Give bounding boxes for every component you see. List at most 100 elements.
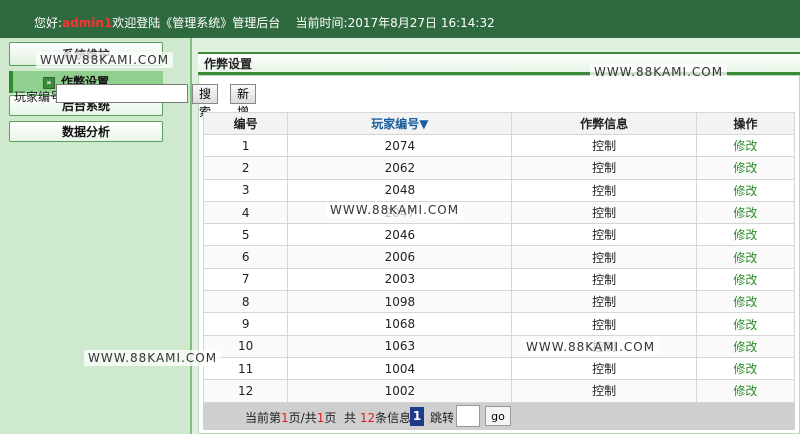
cell-player: 1004 [287, 356, 513, 381]
page-1-button[interactable]: 1 [410, 407, 424, 426]
cell-player: 2006 [287, 245, 513, 269]
pagination-bar: 当前第1页/共1页 共 12条信息 1 跳转 go [203, 403, 795, 430]
cell-player: 2062 [287, 156, 513, 180]
jump-label: 跳转 [430, 411, 455, 425]
edit-link[interactable]: 修改 [733, 184, 757, 198]
cell-op: 修改 [695, 312, 796, 336]
cell-info: 控制 [511, 200, 697, 225]
cell-op: 修改 [695, 156, 796, 180]
column-header-op[interactable]: 操作 [695, 112, 796, 135]
edit-link[interactable]: 修改 [733, 139, 757, 153]
pager-text: 共 [344, 411, 357, 425]
cell-id: 6 [202, 245, 289, 269]
cell-info: 控制 [511, 379, 697, 403]
cell-player: 1098 [287, 290, 513, 314]
player-id-input[interactable] [56, 84, 188, 103]
edit-link[interactable]: 修改 [733, 251, 757, 265]
search-button[interactable]: 搜索 [192, 84, 219, 119]
edit-link[interactable]: 修改 [733, 340, 757, 354]
table-row: 2 2062 控制 修改 [202, 156, 796, 180]
cell-op: 修改 [695, 379, 796, 403]
top-header: 您好:admin1欢迎登陆《管理系统》管理后台 当前时间:2017年8月27日 … [0, 0, 800, 38]
table-row: 1 2074 控制 修改 [202, 133, 796, 158]
go-button[interactable]: go [485, 406, 511, 426]
pager-text: 条信息 [375, 411, 412, 425]
column-header-id[interactable]: 编号 [202, 112, 289, 135]
panel-title-text: 作弊设置 [204, 57, 253, 71]
cell-id: 5 [202, 223, 289, 247]
cell-player: 2074 [287, 133, 513, 158]
search-label: 玩家编号 [14, 90, 63, 104]
cell-id: 4 [202, 200, 289, 225]
greeting-prefix: 您好: [34, 16, 63, 30]
username: admin1 [62, 16, 113, 30]
sidebar-item-data-analysis[interactable]: 数据分析 [9, 121, 163, 142]
total-records: 12 [359, 411, 376, 425]
watermark: WWW.88KAMI.COM [84, 350, 222, 366]
cell-info: 控制 [511, 267, 697, 292]
welcome-text: 欢迎登陆《管理系统》管理后台 [112, 16, 281, 30]
table-row: 101063控制修改 [202, 334, 796, 358]
table-header-row: 编号 玩家编号▼ 作弊信息 操作 [202, 112, 796, 135]
cell-op: 修改 [695, 178, 796, 202]
cell-info: 控制 [511, 178, 697, 202]
cell-info: 控制 [511, 223, 697, 247]
cell-id: 8 [202, 290, 289, 314]
edit-link[interactable]: 修改 [733, 206, 757, 220]
table-row: 5 2046 控制 修改 [202, 223, 796, 247]
edit-link[interactable]: 修改 [733, 273, 757, 287]
cell-op: 修改 [695, 290, 796, 314]
cell-op: 修改 [695, 200, 796, 225]
edit-link[interactable]: 修改 [733, 362, 757, 376]
cell-info: 控制 [511, 133, 697, 158]
cell-id: 2 [202, 156, 289, 180]
column-header-info[interactable]: 作弊信息 [511, 112, 697, 135]
cell-info: 控制 [511, 356, 697, 381]
cell-op: 修改 [695, 356, 796, 381]
watermark: WWW.88KAMI.COM [36, 52, 174, 68]
watermark: WWW.88KAMI.COM [590, 64, 728, 80]
cell-id: 7 [202, 267, 289, 292]
watermark: WWW.88KAMI.COM [326, 202, 464, 218]
cell-id: 9 [202, 312, 289, 336]
cheat-table: 编号 玩家编号▼ 作弊信息 操作 1 2074 控制 修改 2 2062 控制 修改 3 20… [202, 112, 796, 403]
cell-info: 控制 [511, 290, 697, 314]
table-row: 6 2006 控制 修改 [202, 245, 796, 269]
pagination-info: 当前第1页/共1页 共 12条信息 [245, 409, 411, 426]
edit-link[interactable]: 修改 [733, 384, 757, 398]
cell-player: 2003 [287, 267, 513, 292]
add-button[interactable]: 新增 [230, 84, 257, 119]
table-row: 12 1002 控制 修改 [202, 379, 796, 403]
cell-player: 2046 [287, 223, 513, 247]
cell-op: 修改 [695, 223, 796, 247]
cell-id: 1 [202, 133, 289, 158]
cell-player: 1068 [287, 312, 513, 336]
cell-info: 控制 [511, 245, 697, 269]
edit-link[interactable]: 修改 [733, 228, 757, 242]
cell-id: 12 [202, 379, 289, 403]
cell-op: 修改 [695, 267, 796, 292]
greeting: 您好:admin1欢迎登陆《管理系统》管理后台 当前时间:2017年8月27日 … [34, 14, 495, 31]
current-page: 1 [281, 411, 289, 425]
pager-text: 页 [324, 411, 337, 425]
table-row: 7 2003 控制 修改 [202, 267, 796, 292]
time-label: 当前时间: [295, 16, 348, 30]
edit-link[interactable]: 修改 [733, 318, 757, 332]
table-row: 9 1068 控制 修改 [202, 312, 796, 336]
edit-link[interactable]: 修改 [733, 161, 757, 175]
cell-id: 3 [202, 178, 289, 202]
cell-op: 修改 [695, 133, 796, 158]
cell-info: 控制 [511, 312, 697, 336]
table-row: 42047控制修改 [202, 200, 796, 225]
watermark: WWW.88KAMI.COM [522, 339, 660, 355]
cell-player: 1002 [287, 379, 513, 403]
chevron-right-icon: » [43, 76, 55, 89]
pager-text: 页/共 [288, 411, 317, 425]
column-header-player[interactable]: 玩家编号▼ [287, 112, 513, 135]
cell-player: 1063 [287, 334, 513, 358]
edit-link[interactable]: 修改 [733, 295, 757, 309]
table-row: 11 1004 控制 修改 [202, 356, 796, 381]
table-row: 8 1098 控制 修改 [202, 290, 796, 314]
cell-info: 控制 [511, 156, 697, 180]
jump-page-input[interactable] [456, 405, 480, 427]
